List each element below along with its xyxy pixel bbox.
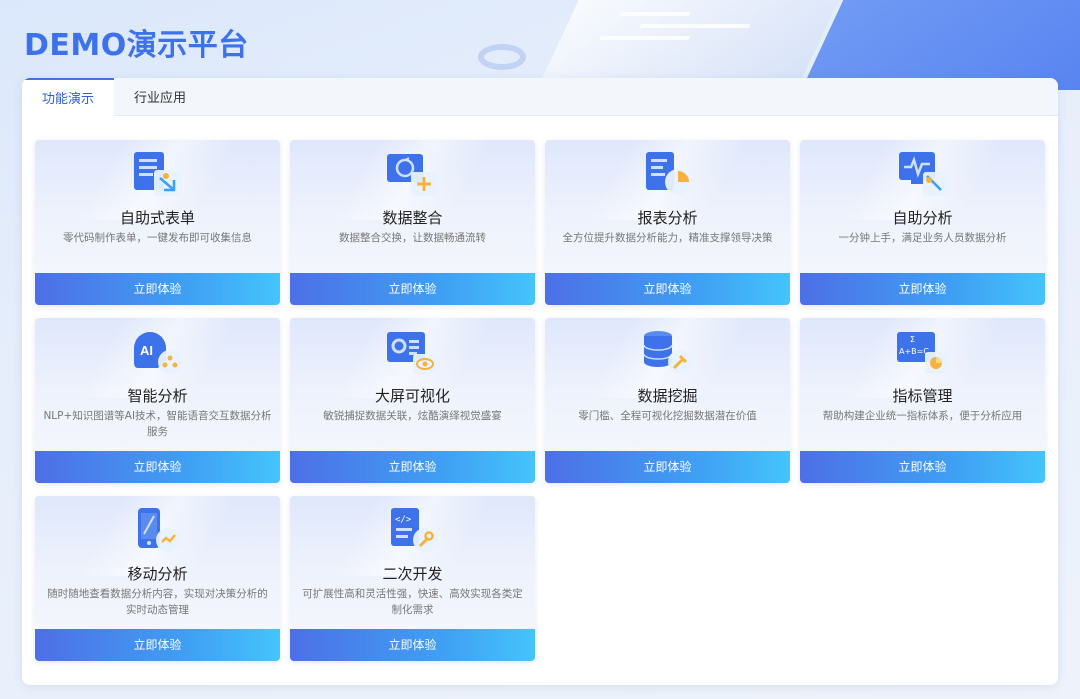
app-title: DEMO演示平台	[24, 28, 249, 63]
card-description: 帮助构建企业统一指标体系，便于分析应用	[822, 410, 1023, 422]
card-description: 数据整合交换，让数据畅通流转	[339, 232, 486, 244]
main-panel: 功能演示 行业应用 自助式表单 零代码制作表单，一键发布即可收集信息 立即体验	[22, 78, 1058, 685]
card-title: 大屏可视化	[374, 387, 450, 405]
card-title: 报表分析	[637, 209, 698, 227]
card-title: 指标管理	[892, 387, 953, 405]
try-now-button[interactable]: 立即体验	[290, 273, 535, 305]
card-description: 敏锐捕捉数据关联，炫酷演绎视觉盛宴	[323, 410, 502, 422]
svg-text:A+B=C: A+B=C	[899, 347, 929, 356]
card-data-mining: 数据挖掘 零门槛、全程可视化挖掘数据潜在价值 立即体验	[545, 318, 790, 483]
self-analysis-icon	[898, 152, 947, 196]
try-now-button[interactable]: 立即体验	[545, 273, 790, 305]
try-now-button[interactable]: 立即体验	[290, 629, 535, 661]
card-self-service-form: 自助式表单 零代码制作表单，一键发布即可收集信息 立即体验	[35, 140, 280, 305]
tab-features[interactable]: 功能演示	[22, 78, 115, 116]
database-mining-icon	[642, 331, 692, 374]
svg-text:AI: AI	[140, 343, 153, 358]
try-now-button[interactable]: 立即体验	[800, 451, 1045, 483]
try-now-button[interactable]: 立即体验	[545, 451, 790, 483]
card-metrics-management: Σ A+B=C 指标管理 帮助构建企业统一指标体系，便于分析应用 立即体验	[800, 318, 1045, 483]
try-now-button[interactable]: 立即体验	[800, 273, 1045, 305]
mobile-icon	[137, 508, 180, 552]
card-description: 全方位提升数据分析能力，精准支撑领导决策	[562, 232, 773, 244]
card-big-screen-visualization: 大屏可视化 敏锐捕捉数据关联，炫酷演绎视觉盛宴 立即体验	[290, 318, 535, 483]
card-description: 零门槛、全程可视化挖掘数据潜在价值	[578, 410, 757, 422]
card-intelligent-analysis: AI 智能分析 NLP+知识图谱等AI技术，智能语音交互数据分析服务 立即体验	[35, 318, 280, 483]
card-title: 移动分析	[127, 565, 188, 583]
try-now-button[interactable]: 立即体验	[35, 273, 280, 305]
card-mobile-analysis: 移动分析 随时随地查看数据分析内容，实现对决策分析的实时动态管理 立即体验	[35, 496, 280, 661]
svg-text:</>: </>	[395, 515, 412, 525]
card-title: 二次开发	[382, 565, 443, 583]
card-title: 自助式表单	[119, 209, 195, 227]
try-now-button[interactable]: 立即体验	[35, 629, 280, 661]
card-data-integration: 数据整合 数据整合交换，让数据畅通流转 立即体验	[290, 140, 535, 305]
tab-industry[interactable]: 行业应用	[114, 78, 206, 115]
data-integration-icon	[386, 154, 437, 196]
card-title: 数据整合	[382, 209, 443, 227]
tab-bar: 功能演示 行业应用	[22, 78, 1058, 116]
big-screen-icon	[386, 332, 437, 374]
card-secondary-development: </> 二次开发 可扩展性高和灵活性强，快速、高效实现各类定制化需求 立即体验	[290, 496, 535, 661]
card-description: 一分钟上手，满足业务人员数据分析	[838, 232, 1007, 244]
report-icon	[645, 152, 691, 195]
ai-icon: AI	[133, 332, 182, 374]
card-title: 自助分析	[892, 209, 953, 227]
formula-icon: Σ A+B=C	[896, 332, 947, 374]
card-report-analysis: 报表分析 全方位提升数据分析能力，精准支撑领导决策 立即体验	[545, 140, 790, 305]
card-title: 数据挖掘	[637, 387, 698, 405]
svg-text:Σ: Σ	[910, 335, 915, 344]
form-icon	[133, 152, 180, 196]
card-self-analysis: 自助分析 一分钟上手，满足业务人员数据分析 立即体验	[800, 140, 1045, 305]
try-now-button[interactable]: 立即体验	[290, 451, 535, 483]
card-title: 智能分析	[127, 387, 188, 405]
card-description: NLP+知识图谱等AI技术，智能语音交互数据分析服务	[43, 410, 272, 438]
card-description: 零代码制作表单，一键发布即可收集信息	[63, 232, 252, 244]
code-dev-icon: </>	[390, 508, 437, 552]
try-now-button[interactable]: 立即体验	[35, 451, 280, 483]
card-grid: 自助式表单 零代码制作表单，一键发布即可收集信息 立即体验 数据整合 数据整合交…	[35, 140, 1045, 661]
card-description: 可扩展性高和灵活性强，快速、高效实现各类定制化需求	[302, 588, 523, 616]
card-description: 随时随地查看数据分析内容，实现对决策分析的实时动态管理	[47, 588, 268, 616]
